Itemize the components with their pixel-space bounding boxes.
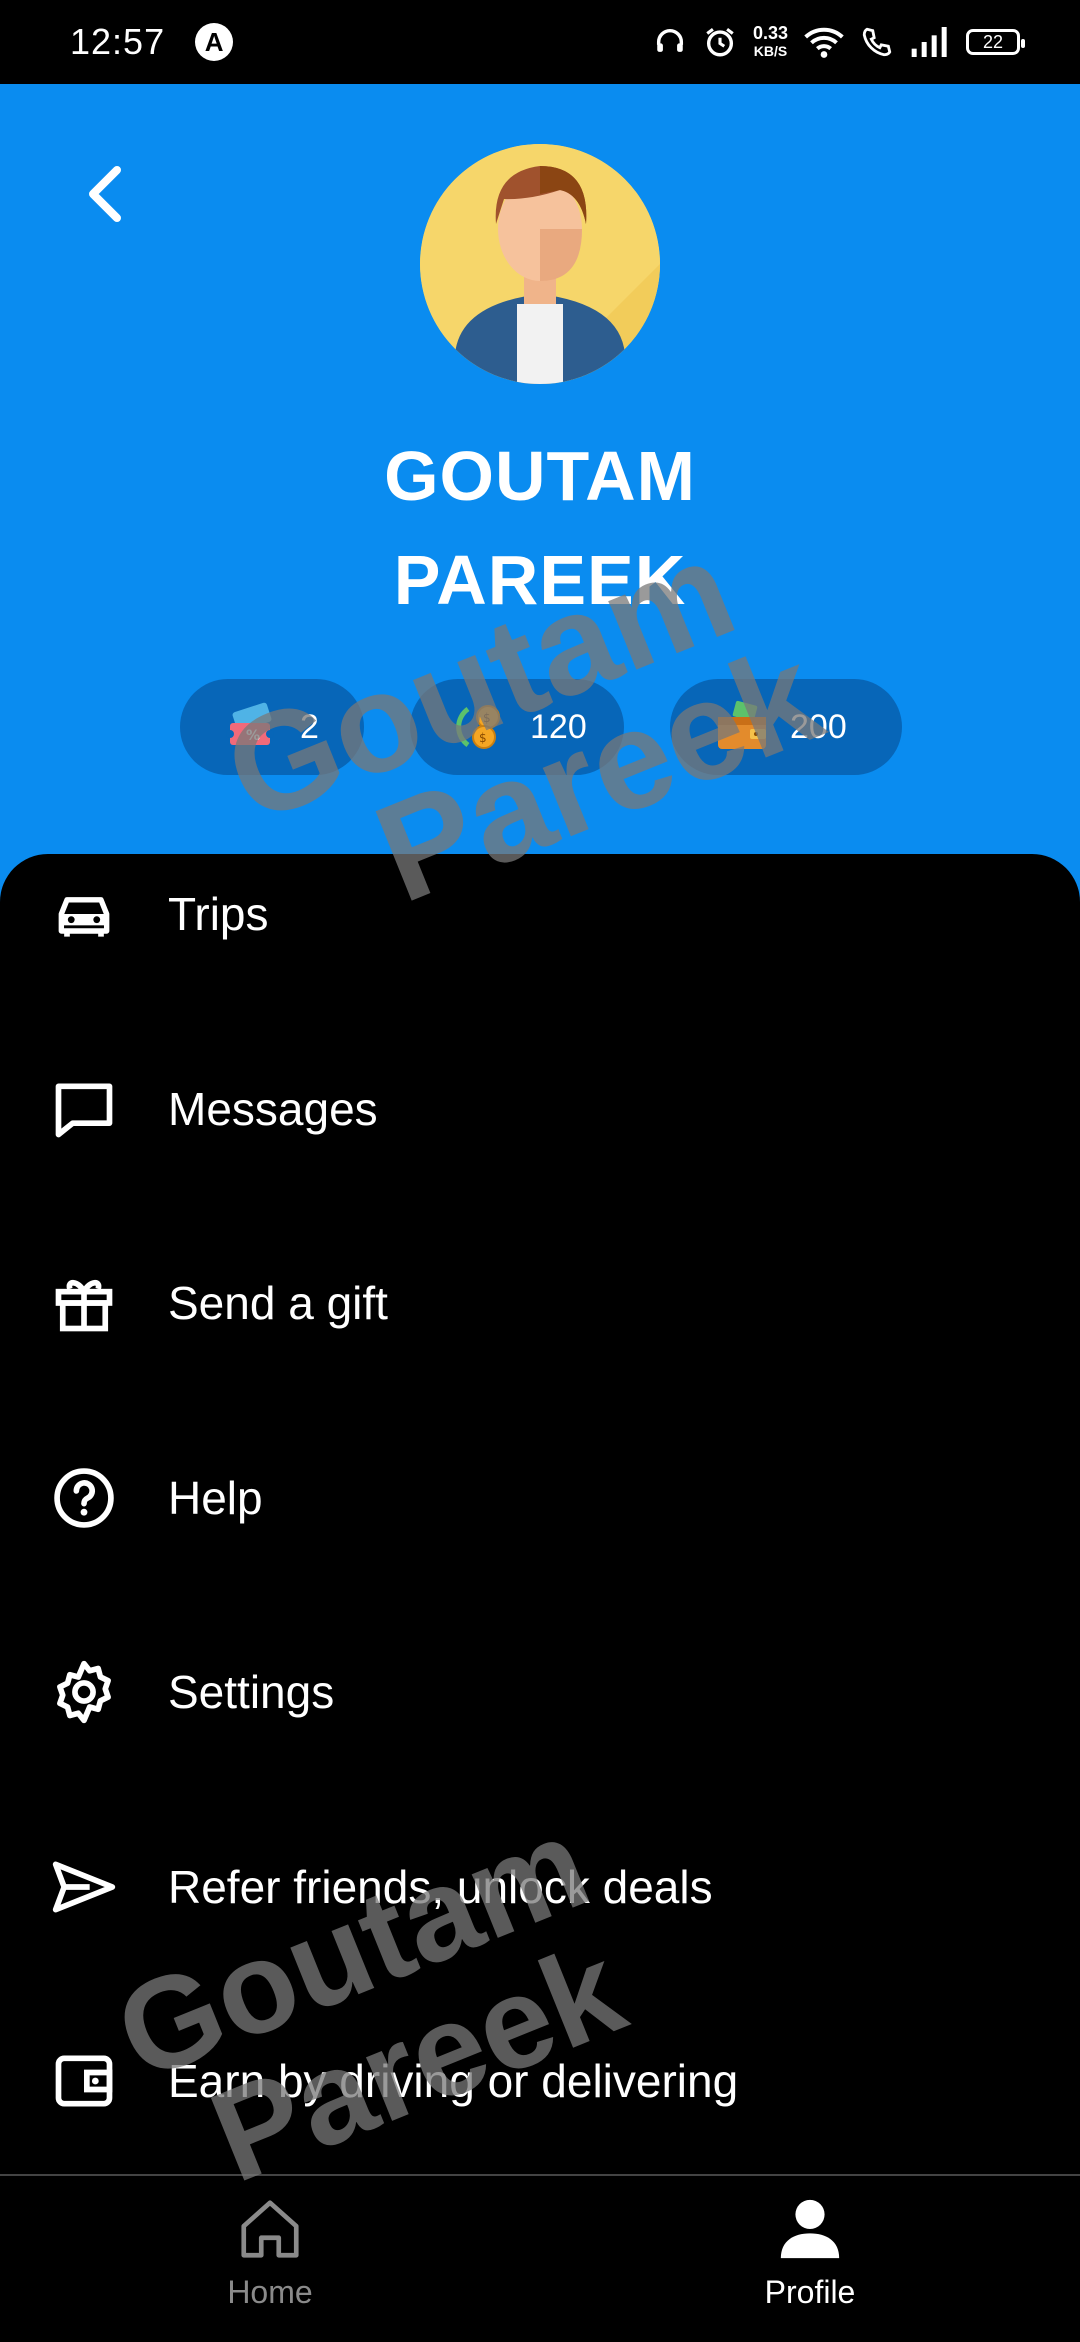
- menu-item-settings[interactable]: Settings: [0, 1632, 1080, 1752]
- menu-item-earn[interactable]: Earn by driving or delivering: [0, 2021, 1080, 2141]
- wallet-icon: [718, 700, 766, 749]
- menu-item-send-gift[interactable]: Send a gift: [0, 1243, 1080, 1363]
- svg-text:%: %: [246, 728, 260, 744]
- gift-icon: [55, 1279, 113, 1332]
- user-name: GOUTAM PAREEK: [0, 424, 1080, 632]
- app-notification-icon: A: [195, 23, 234, 61]
- coupon-icon: %: [226, 702, 274, 745]
- user-last-name: PAREEK: [393, 541, 687, 619]
- coins-icon: $ $: [456, 705, 500, 749]
- menu-label: Messages: [168, 1083, 378, 1135]
- menu-item-messages[interactable]: Messages: [0, 1049, 1080, 1169]
- svg-text:$: $: [479, 731, 487, 745]
- user-first-name: GOUTAM: [384, 437, 696, 515]
- avatar[interactable]: [420, 144, 660, 384]
- menu-item-trips[interactable]: Trips: [0, 854, 1080, 974]
- nav-profile[interactable]: Profile: [660, 2194, 960, 2311]
- coupon-count: 2: [300, 707, 319, 746]
- coins-count: 120: [530, 707, 587, 746]
- svg-text:$: $: [483, 711, 491, 725]
- status-time: 12:57: [70, 21, 166, 62]
- status-icons: 0.33 KB/S 22: [653, 24, 1025, 60]
- menu-sheet: Trips Messages Send a gift Help Settings…: [0, 854, 1080, 2174]
- headset-icon: [656, 29, 683, 52]
- menu-item-refer[interactable]: Refer friends, unlock deals: [0, 1827, 1080, 1947]
- menu-label: Settings: [168, 1666, 335, 1718]
- wallet-outline-icon: [55, 2055, 113, 2107]
- settings-icon: [57, 1660, 111, 1724]
- status-bar: 12:57 A 0.33 KB/S 22: [0, 0, 1080, 84]
- nav-home[interactable]: Home: [120, 2194, 420, 2311]
- wallet-stat[interactable]: 200: [670, 679, 902, 775]
- message-icon: [55, 1083, 113, 1138]
- menu-label: Trips: [168, 888, 269, 940]
- menu-label: Earn by driving or delivering: [168, 2055, 739, 2107]
- menu-item-help[interactable]: Help: [0, 1438, 1080, 1558]
- profile-header: GOUTAM PAREEK % 2 $ $ 120 200: [0, 84, 1080, 904]
- call-icon: [862, 27, 892, 57]
- back-arrow-icon: [89, 166, 121, 222]
- send-icon: [52, 1861, 116, 1913]
- network-speed: 0.33 KB/S: [753, 24, 788, 60]
- menu-label: Send a gift: [168, 1277, 388, 1329]
- speed-value: 0.33: [752, 23, 788, 43]
- user-avatar-icon: [420, 144, 660, 384]
- wifi-icon: [804, 27, 844, 58]
- bottom-nav: Home Profile: [0, 2174, 1080, 2342]
- battery-icon: 22: [966, 29, 1025, 55]
- coupon-stat[interactable]: % 2: [180, 679, 364, 775]
- back-button[interactable]: [70, 159, 140, 229]
- person-icon: [780, 2199, 840, 2259]
- help-icon: [54, 1468, 114, 1528]
- speed-unit: KB/S: [753, 43, 788, 59]
- nav-profile-label: Profile: [764, 2274, 856, 2310]
- coins-stat[interactable]: $ $ 120: [410, 679, 624, 775]
- nav-home-label: Home: [227, 2274, 313, 2310]
- car-icon: [58, 897, 110, 937]
- menu-label: Refer friends, unlock deals: [168, 1861, 713, 1913]
- menu-label: Help: [168, 1472, 263, 1524]
- wallet-balance: 200: [790, 707, 847, 746]
- signal-icon: [911, 27, 947, 57]
- home-icon: [241, 2200, 299, 2258]
- alarm-icon: [706, 28, 734, 57]
